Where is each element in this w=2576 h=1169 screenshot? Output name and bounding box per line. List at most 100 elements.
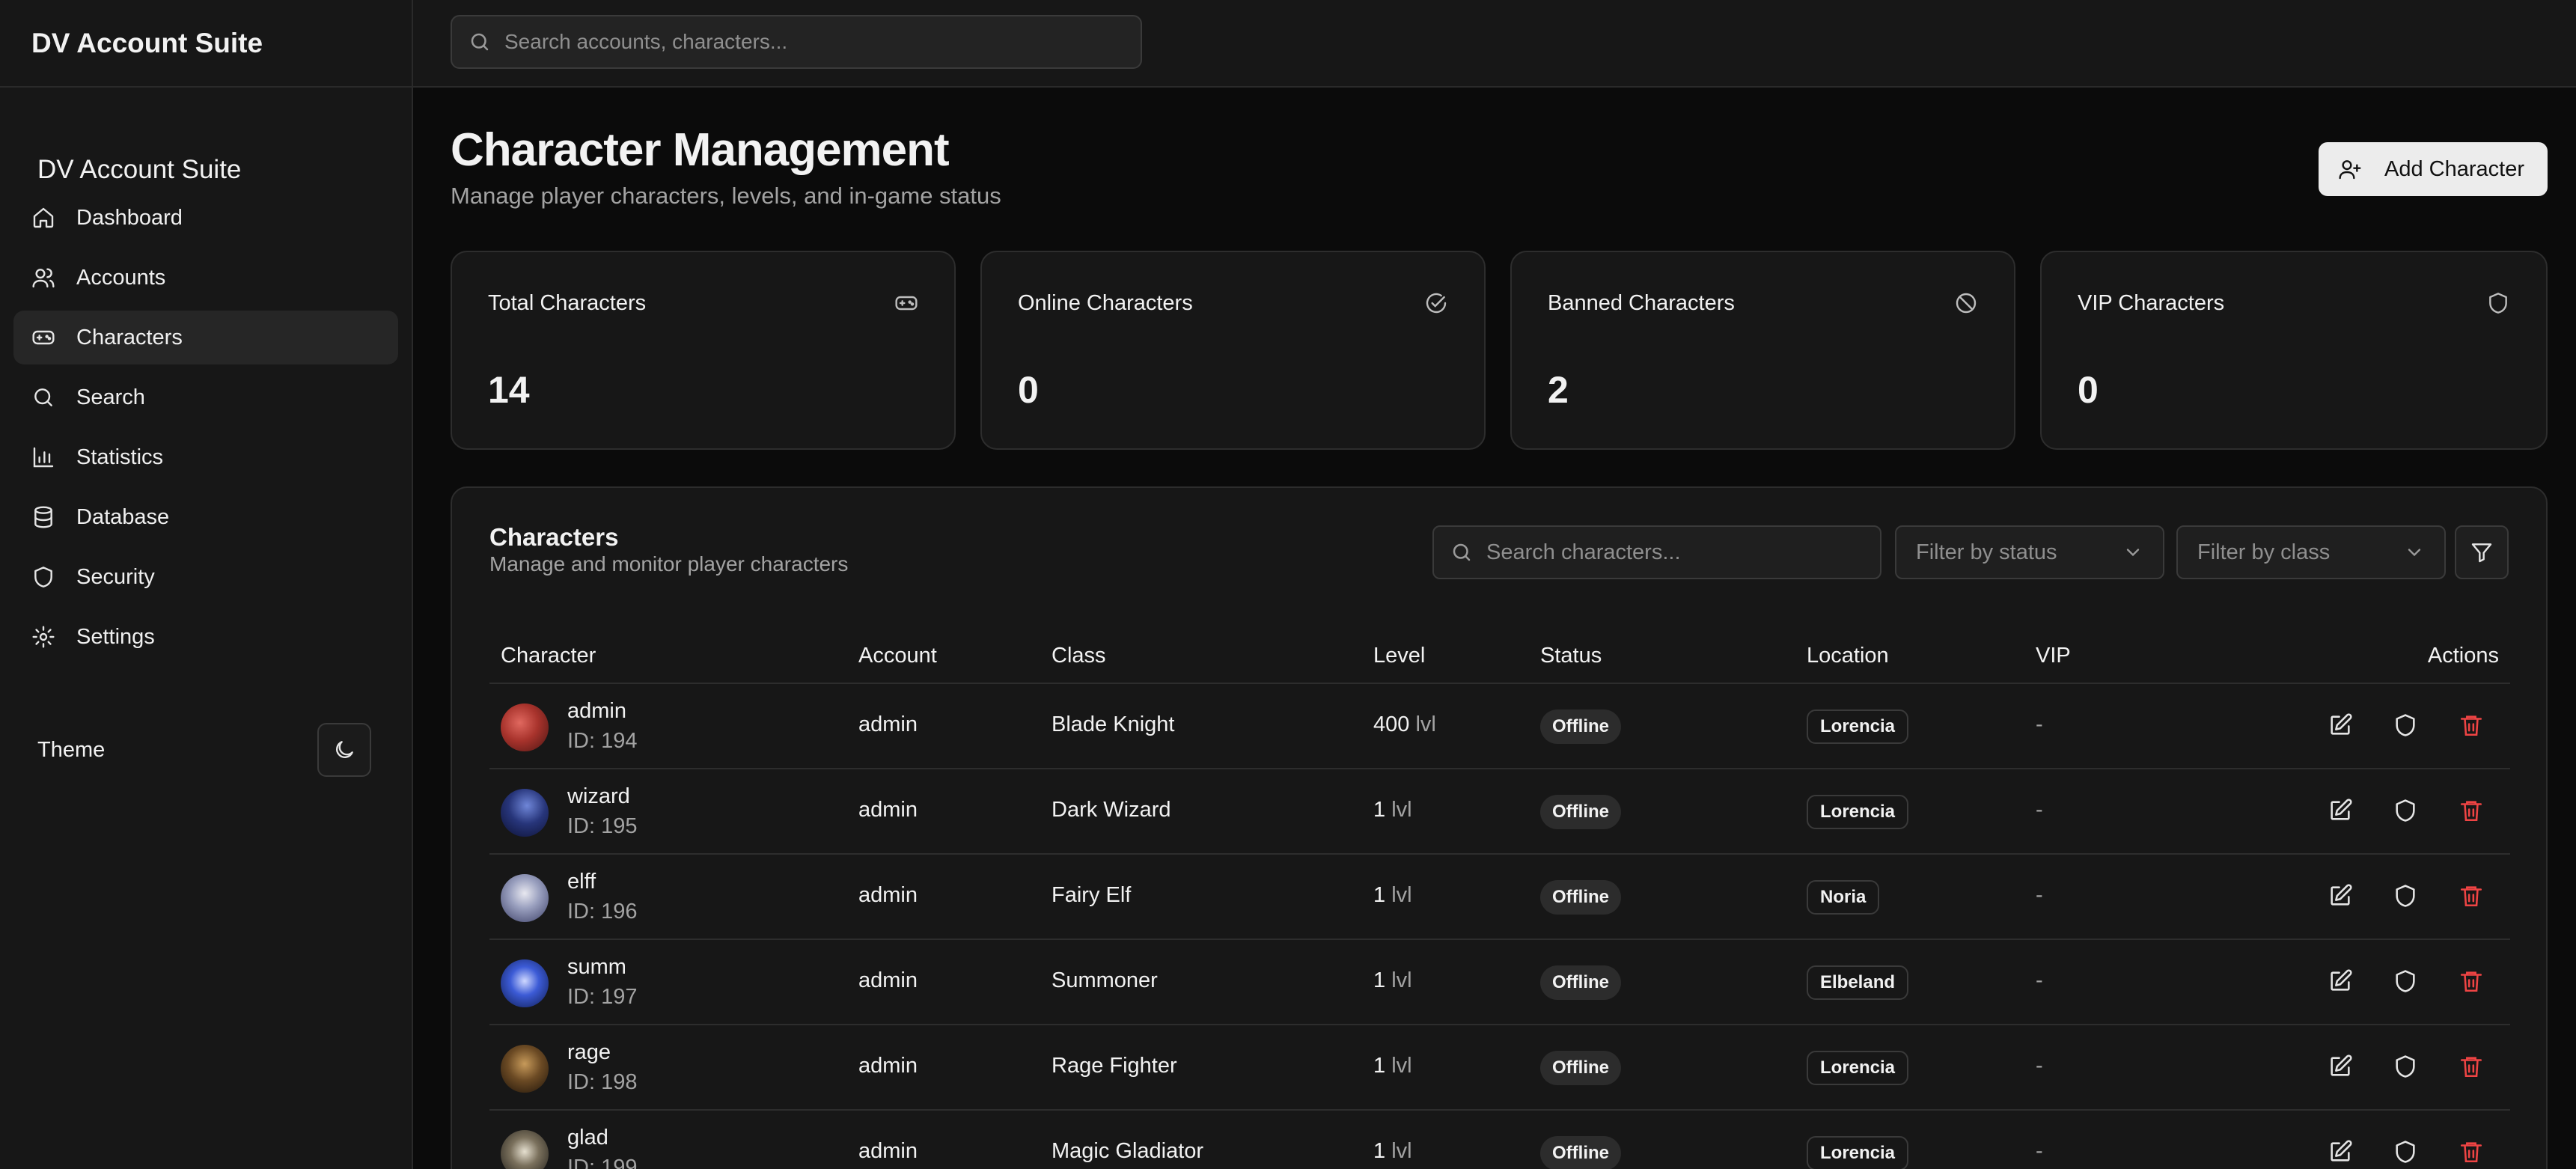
edit-button[interactable] [2328, 1054, 2353, 1079]
table-row[interactable]: rage ID: 198 admin Rage Fighter 1 lvl Of… [489, 1025, 2510, 1111]
shield-icon [2396, 1141, 2415, 1163]
table-row[interactable]: summ ID: 197 admin Summoner 1 lvl Offlin… [489, 940, 2510, 1025]
character-id: ID: 196 [567, 900, 638, 924]
column-header[interactable]: Status [1540, 644, 1602, 668]
delete-button[interactable] [2459, 712, 2484, 738]
character-level: 1 lvl [1373, 798, 1412, 822]
sidebar-item-label: Characters [76, 325, 183, 350]
delete-button[interactable] [2459, 1139, 2484, 1165]
add-character-button[interactable]: Add Character [2319, 142, 2548, 196]
delete-button[interactable] [2459, 883, 2484, 909]
shield-button[interactable] [2393, 883, 2418, 909]
table-row[interactable]: elff ID: 196 admin Fairy Elf 1 lvl Offli… [489, 855, 2510, 940]
sidebar-item-database[interactable]: Database [13, 490, 398, 544]
sidebar-item-label: Accounts [76, 265, 166, 290]
sidebar-brand: DV Account Suite [37, 155, 242, 184]
trash-icon [2460, 886, 2482, 907]
avatar [501, 874, 549, 922]
edit-button[interactable] [2328, 1139, 2353, 1165]
edit-button[interactable] [2328, 883, 2353, 909]
edit-icon [2331, 713, 2352, 735]
column-header[interactable]: Class [1052, 644, 1106, 668]
global-search-placeholder: Search accounts, characters... [504, 30, 788, 53]
sidebar-item-accounts[interactable]: Accounts [13, 251, 398, 305]
table-row[interactable]: admin ID: 194 admin Blade Knight 400 lvl… [489, 684, 2510, 769]
edit-icon [2331, 1054, 2352, 1076]
character-id: ID: 194 [567, 729, 638, 753]
stat-card-banned: Banned Characters 2 [1510, 251, 2015, 450]
shield-icon [2489, 293, 2507, 314]
edit-button[interactable] [2328, 712, 2353, 738]
chevron-down-icon [2126, 549, 2140, 557]
shield-button[interactable] [2393, 968, 2418, 994]
class-filter-select[interactable]: Filter by class [2176, 525, 2446, 579]
status-badge: Offline [1540, 965, 1621, 1000]
character-name: summ [567, 955, 626, 979]
shield-button[interactable] [2393, 712, 2418, 738]
column-header[interactable]: Level [1373, 644, 1425, 668]
sidebar-item-security[interactable]: Security [13, 550, 398, 604]
theme-row: Theme [37, 723, 371, 777]
search-icon [1453, 543, 1471, 561]
ban-icon [1956, 293, 1977, 314]
column-header[interactable]: Character [501, 644, 596, 668]
theme-toggle-button[interactable] [317, 723, 371, 777]
character-class: Magic Gladiator [1052, 1139, 1204, 1163]
delete-button[interactable] [2459, 1054, 2484, 1079]
delete-button[interactable] [2459, 968, 2484, 994]
edit-icon [2331, 969, 2352, 991]
character-id: ID: 195 [567, 814, 638, 838]
character-class: Summoner [1052, 968, 1158, 992]
trash-icon [2460, 971, 2482, 992]
stat-card-online: Online Characters 0 [980, 251, 1486, 450]
shield-button[interactable] [2393, 798, 2418, 823]
character-name: rage [567, 1040, 611, 1064]
status-badge: Offline [1540, 1136, 1621, 1169]
edit-button[interactable] [2328, 798, 2353, 823]
page-title: Character Management [451, 124, 950, 176]
level-unit: lvl [1415, 712, 1436, 736]
gamepad-icon [895, 296, 918, 311]
stat-label: Total Characters [488, 291, 647, 315]
global-search-input[interactable]: Search accounts, characters... [451, 15, 1142, 69]
top-bar: Search accounts, characters... [413, 0, 2576, 88]
shield-button[interactable] [2393, 1139, 2418, 1165]
sidebar-item-settings[interactable]: Settings [13, 610, 398, 664]
location-badge: Noria [1807, 880, 1880, 915]
check-circle-icon [1426, 293, 1447, 314]
sidebar-item-statistics[interactable]: Statistics [13, 430, 398, 484]
sidebar-item-dashboard[interactable]: Dashboard [13, 191, 398, 245]
status-badge: Offline [1540, 1051, 1621, 1085]
characters-panel: Characters Manage and monitor player cha… [451, 486, 2548, 1169]
character-level: 1 lvl [1373, 1139, 1412, 1164]
shield-icon [2396, 1055, 2415, 1078]
bar-chart-icon [33, 447, 54, 468]
level-unit: lvl [1391, 968, 1412, 992]
account-name: admin [858, 1139, 918, 1163]
sidebar-item-label: Settings [76, 624, 155, 649]
character-level: 1 lvl [1373, 883, 1412, 908]
characters-table-body: admin ID: 194 admin Blade Knight 400 lvl… [489, 684, 2510, 1169]
delete-button[interactable] [2459, 798, 2484, 823]
column-header[interactable]: Account [858, 644, 937, 668]
vip-value: - [2036, 968, 2043, 992]
table-row[interactable]: wizard ID: 195 admin Dark Wizard 1 lvl O… [489, 769, 2510, 855]
avatar [501, 1045, 549, 1093]
avatar [501, 959, 549, 1007]
sidebar-item-characters[interactable]: Characters [13, 311, 398, 364]
shield-button[interactable] [2393, 1054, 2418, 1079]
character-name: glad [567, 1126, 608, 1150]
status-filter-select[interactable]: Filter by status [1895, 525, 2164, 579]
account-name: admin [858, 1054, 918, 1078]
column-header[interactable]: VIP [2036, 644, 2071, 668]
edit-button[interactable] [2328, 968, 2353, 994]
table-header: Character Account Class Level Status Loc… [489, 635, 2510, 684]
character-search-input[interactable]: Search characters... [1432, 525, 1881, 579]
status-badge: Offline [1540, 795, 1621, 829]
table-row[interactable]: glad ID: 199 admin Magic Gladiator 1 lvl… [489, 1111, 2510, 1169]
gear-icon [32, 626, 55, 648]
column-header[interactable]: Location [1807, 644, 1889, 668]
character-class: Blade Knight [1052, 712, 1175, 736]
filter-button[interactable] [2455, 525, 2509, 579]
sidebar-item-search[interactable]: Search [13, 370, 398, 424]
